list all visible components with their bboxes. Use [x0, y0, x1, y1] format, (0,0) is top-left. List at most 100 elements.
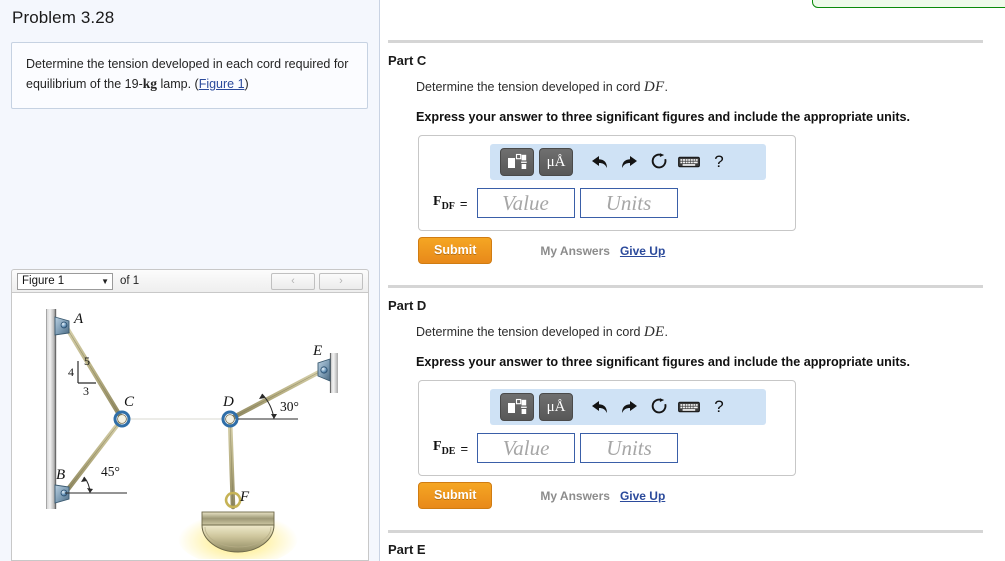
figure-pager-buttons: ‹ › [267, 272, 363, 290]
units-icon[interactable]: μÅ [539, 393, 573, 421]
problem-panel: Problem 3.28 Determine the tension devel… [0, 0, 380, 561]
part-d-value-input[interactable]: Value [477, 433, 576, 463]
keyboard-icon[interactable] [674, 393, 704, 421]
statement-close-paren: ) [244, 77, 249, 92]
part-c-give-up-link[interactable]: Give Up [620, 244, 665, 258]
units-icon[interactable]: μÅ [539, 148, 573, 176]
part-c-submit-row: Submit My Answers Give Up [418, 231, 983, 264]
part-d-units-input[interactable]: Units [580, 433, 679, 463]
chevron-down-icon: ▼ [101, 276, 109, 286]
figure-label-A: A [73, 311, 84, 327]
reset-glyph [651, 153, 666, 169]
part-e-section: Part E [388, 533, 983, 557]
help-icon[interactable]: ? [704, 148, 734, 176]
math-template-icon[interactable] [500, 393, 534, 421]
part-d-instruction: Express your answer to three significant… [416, 355, 911, 369]
part-d-my-answers-link[interactable]: My Answers [540, 489, 610, 503]
part-d-answer-card: μÅ ? FDE = Value Units [418, 380, 796, 476]
help-icon-label: ? [714, 397, 724, 416]
redo-glyph [621, 400, 637, 413]
part-d-heading: Part D [388, 298, 427, 313]
part-d-units-placeholder: Units [606, 435, 652, 460]
help-icon[interactable]: ? [704, 393, 734, 421]
figure-1-link[interactable]: Figure 1 [199, 77, 245, 91]
part-c-units-input[interactable]: Units [579, 188, 678, 218]
redo-glyph [621, 155, 637, 168]
math-template-glyph [508, 398, 527, 414]
part-c-variable-label: FDF [433, 194, 455, 212]
figure-pager-toolbar: Figure 1 ▼ of 1 ‹ › [11, 269, 369, 293]
figure-label-angle-45: 45° [101, 464, 120, 479]
prev-figure-button[interactable]: ‹ [271, 272, 315, 290]
part-c-value-input[interactable]: Value [476, 188, 575, 218]
next-figure-button[interactable]: › [319, 272, 363, 290]
part-d-give-up-link[interactable]: Give Up [620, 489, 665, 503]
figure-label-C: C [124, 394, 135, 410]
figure-label-E: E [312, 343, 322, 359]
part-d-prompt-post: . [664, 325, 669, 339]
figure-label-B: B [56, 467, 65, 483]
redo-icon[interactable] [614, 393, 644, 421]
problem-statement-box: Determine the tension developed in each … [11, 42, 368, 110]
figure-canvas[interactable]: 4 5 3 45° 30° A B C D E F [11, 293, 369, 561]
part-d-var-sub: DE [441, 445, 456, 457]
part-d-section: Part D Determine the tension developed i… [388, 288, 983, 509]
redo-icon[interactable] [614, 148, 644, 176]
chevron-right-icon: › [339, 275, 343, 287]
part-c-var-sub: DF [441, 200, 455, 212]
part-c-prompt-pre: Determine the tension developed in cord [416, 80, 644, 94]
part-c-submit-button[interactable]: Submit [418, 237, 493, 264]
keyboard-icon[interactable] [674, 148, 704, 176]
part-c-math-toolbar: μÅ ? [490, 144, 766, 180]
page-title: Problem 3.28 [12, 8, 115, 27]
undo-glyph [591, 155, 607, 168]
statement-post: lamp. ( [157, 77, 199, 92]
part-c-equals: = [459, 195, 468, 211]
part-c-answer-row: FDF = Value Units [433, 180, 795, 230]
part-d-var-main: F [433, 439, 442, 455]
keyboard-glyph [678, 156, 700, 168]
figure-label-angle-30: 30° [280, 399, 299, 414]
part-c-prompt-post: . [664, 80, 669, 94]
units-icon-label: μÅ [546, 398, 566, 415]
part-e-heading: Part E [388, 542, 426, 557]
page-root: Problem 3.28 Determine the tension devel… [0, 0, 1005, 561]
part-d-answer-row: FDE = Value Units [433, 425, 795, 475]
help-icon-label: ? [714, 152, 724, 171]
undo-icon[interactable] [584, 148, 614, 176]
part-d-submit-button[interactable]: Submit [418, 482, 493, 509]
part-d-value-placeholder: Value [502, 435, 550, 460]
assignment-parts-panel: Part C Determine the tension developed i… [380, 0, 1005, 561]
figure-label-ratio-3: 3 [83, 384, 89, 398]
part-d-math-toolbar: μÅ ? [490, 389, 766, 425]
statics-cord-diagram: 4 5 3 45° 30° A B C D E F [46, 309, 338, 559]
math-template-icon[interactable] [500, 148, 534, 176]
figure-count-label: of 1 [120, 275, 140, 287]
part-c-prompt: Determine the tension developed in cord … [388, 79, 983, 96]
math-template-glyph [508, 153, 527, 169]
figure-label-D: D [222, 394, 234, 410]
part-d-prompt: Determine the tension developed in cord … [388, 324, 983, 341]
figure-label-ratio-4: 4 [68, 365, 74, 379]
part-c-cord-name: DF [643, 79, 665, 95]
reset-glyph [651, 398, 666, 414]
figure-label-F: F [239, 489, 250, 505]
units-icon-label: μÅ [546, 153, 566, 170]
undo-icon[interactable] [584, 393, 614, 421]
reset-icon[interactable] [644, 393, 674, 421]
undo-glyph [591, 400, 607, 413]
reset-icon[interactable] [644, 148, 674, 176]
statement-unit-kg: kg [142, 76, 157, 92]
part-c-value-placeholder: Value [502, 190, 549, 215]
part-c-instruction: Express your answer to three significant… [416, 110, 911, 124]
figure-select-value: Figure 1 [22, 275, 65, 287]
figure-select-dropdown[interactable]: Figure 1 ▼ [17, 272, 113, 290]
problem-statement-text: Determine the tension developed in each … [26, 55, 353, 95]
part-c-var-main: F [433, 194, 442, 210]
part-d-prompt-pre: Determine the tension developed in cord [416, 325, 644, 339]
figure-label-ratio-5: 5 [84, 354, 90, 368]
keyboard-glyph [678, 401, 700, 413]
part-c-my-answers-link[interactable]: My Answers [540, 244, 610, 258]
part-c-heading: Part C [388, 53, 427, 68]
part-d-variable-label: FDE [433, 439, 455, 457]
